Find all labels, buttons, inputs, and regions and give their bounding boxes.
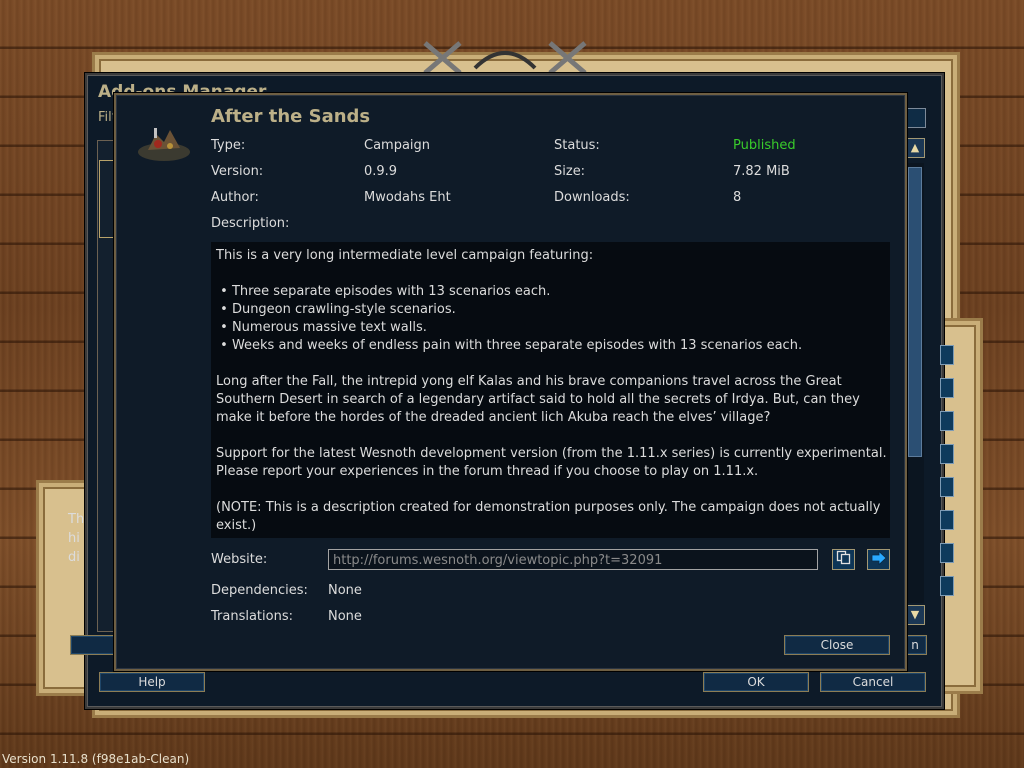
downloads-value: 8 — [733, 190, 742, 205]
type-value: Campaign — [364, 138, 431, 153]
right-list-buttons — [940, 345, 954, 615]
arrow-right-icon — [871, 550, 887, 569]
side-action-button-left[interactable] — [70, 635, 115, 655]
dependencies-label: Dependencies: — [211, 583, 308, 598]
list-action-button[interactable] — [940, 576, 954, 596]
author-value: Mwodahs Eht — [364, 190, 451, 205]
list-action-button[interactable] — [940, 477, 954, 497]
status-label: Status: — [554, 138, 600, 153]
list-action-button[interactable] — [940, 378, 954, 398]
filter-field-edge[interactable] — [904, 108, 926, 128]
description-box[interactable]: This is a very long intermediate level c… — [211, 242, 890, 538]
translations-label: Translations: — [211, 609, 293, 624]
website-label: Website: — [211, 552, 268, 567]
author-label: Author: — [211, 190, 259, 205]
description-text: This is a very long intermediate level c… — [216, 248, 887, 533]
copy-url-button[interactable] — [832, 549, 855, 570]
type-label: Type: — [211, 138, 246, 153]
version-label-footer: Version 1.11.8 (f98e1ab-Clean) — [2, 752, 190, 766]
scrollbar-track[interactable] — [906, 163, 924, 603]
side-description-text: Th hi di — [68, 512, 85, 565]
size-value: 7.82 MiB — [733, 164, 790, 179]
translations-value: None — [328, 609, 362, 624]
downloads-label: Downloads: — [554, 190, 630, 205]
close-button[interactable]: Close — [784, 635, 890, 655]
scroll-up-button[interactable]: ▲ — [905, 138, 925, 158]
version-label: Version: — [211, 164, 264, 179]
list-action-button[interactable] — [940, 543, 954, 563]
dependencies-value: None — [328, 583, 362, 598]
cancel-button[interactable]: Cancel — [820, 672, 926, 692]
ok-button[interactable]: OK — [703, 672, 809, 692]
website-url-field[interactable]: http://forums.wesnoth.org/viewtopic.php?… — [328, 549, 818, 570]
size-label: Size: — [554, 164, 586, 179]
scrollbar-thumb[interactable] — [908, 167, 922, 457]
list-action-button[interactable] — [940, 510, 954, 530]
help-button[interactable]: Help — [99, 672, 205, 692]
scroll-down-button[interactable]: ▼ — [905, 605, 925, 625]
copy-icon — [836, 550, 851, 569]
campaign-icon — [134, 122, 194, 168]
description-label: Description: — [211, 216, 290, 231]
list-action-button[interactable] — [940, 411, 954, 431]
list-action-button[interactable] — [940, 444, 954, 464]
open-url-button[interactable] — [867, 549, 890, 570]
addon-title: After the Sands — [211, 106, 371, 127]
list-action-button[interactable] — [940, 345, 954, 365]
status-value: Published — [733, 138, 796, 153]
version-value: 0.9.9 — [364, 164, 398, 179]
